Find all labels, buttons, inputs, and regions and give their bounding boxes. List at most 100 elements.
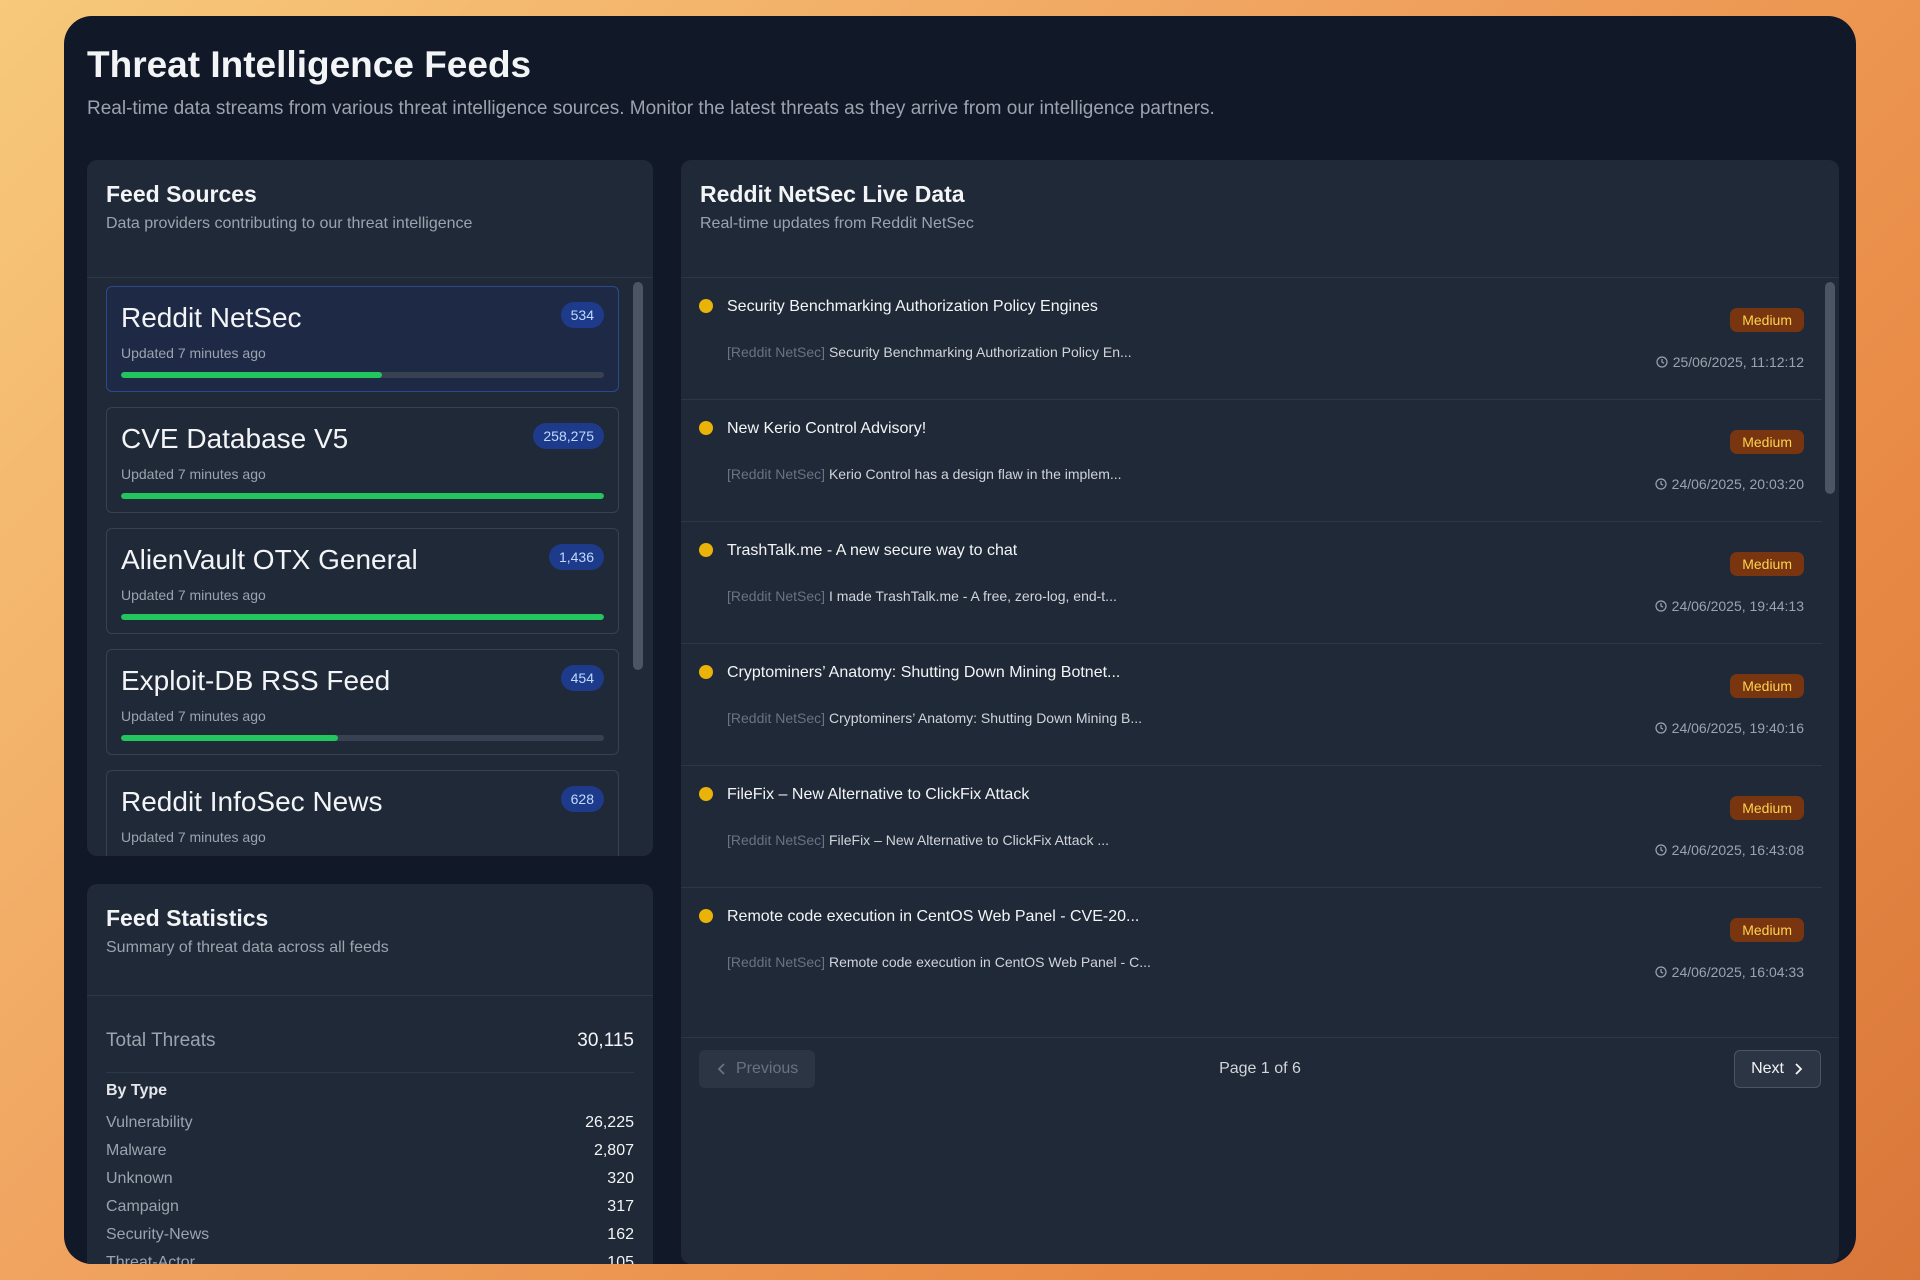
threat-type-row: Campaign317 bbox=[106, 1198, 634, 1226]
live-entry[interactable]: New Kerio Control Advisory!Medium[Reddit… bbox=[681, 400, 1822, 522]
live-entry-summary: I made TrashTalk.me - A free, zero-log, … bbox=[829, 588, 1117, 604]
live-entry-summary: Security Benchmarking Authorization Poli… bbox=[829, 344, 1132, 360]
live-entry-time-text: 24/06/2025, 19:44:13 bbox=[1672, 598, 1804, 614]
live-entry-summary: Cryptominers’ Anatomy: Shutting Down Min… bbox=[829, 710, 1142, 726]
threat-type-label: Vulnerability bbox=[106, 1114, 193, 1132]
feed-source-card[interactable]: AlienVault OTX GeneralUpdated 7 minutes … bbox=[106, 528, 619, 634]
severity-badge: Medium bbox=[1730, 796, 1804, 820]
divider bbox=[106, 1072, 634, 1073]
next-button[interactable]: Next bbox=[1734, 1050, 1821, 1088]
sources-scrollbar-track[interactable] bbox=[633, 278, 643, 856]
feed-source-card[interactable]: Exploit-DB RSS Feed Updated 7 minutes ago… bbox=[106, 649, 619, 755]
app-window: Threat Intelligence Feeds Real-time data… bbox=[64, 16, 1856, 1264]
total-threats-value: 30,115 bbox=[577, 1030, 634, 1052]
feed-source-count-badge: 454 bbox=[561, 665, 604, 691]
live-entry-summary: Remote code execution in CentOS Web Pane… bbox=[829, 954, 1151, 970]
clock-icon bbox=[1655, 722, 1667, 734]
live-entry-title[interactable]: New Kerio Control Advisory! bbox=[727, 420, 926, 438]
live-entry-timestamp: 24/06/2025, 19:40:16 bbox=[1655, 720, 1804, 736]
chevron-right-icon bbox=[1792, 1063, 1804, 1075]
threat-type-value: 317 bbox=[607, 1198, 634, 1216]
live-entry-source: [Reddit NetSec] bbox=[727, 832, 825, 848]
live-entry-timestamp: 24/06/2025, 16:04:33 bbox=[1655, 964, 1804, 980]
live-entry[interactable]: TrashTalk.me - A new secure way to chatM… bbox=[681, 522, 1822, 644]
sources-scrollbar-thumb[interactable] bbox=[633, 282, 643, 670]
feed-source-card[interactable]: Reddit InfoSec NewsUpdated 7 minutes ago… bbox=[106, 770, 619, 856]
feed-statistics-subtitle: Summary of threat data across all feeds bbox=[106, 939, 389, 957]
threat-type-label: Threat-Actor bbox=[106, 1254, 195, 1264]
feed-source-card[interactable]: Reddit NetSecUpdated 7 minutes ago534 bbox=[106, 286, 619, 392]
feed-source-progress-fill bbox=[121, 372, 382, 378]
threat-type-list: Vulnerability26,225Malware2,807Unknown32… bbox=[106, 1114, 634, 1264]
live-entry-time-text: 24/06/2025, 16:43:08 bbox=[1672, 842, 1804, 858]
feed-source-progress-track bbox=[121, 372, 604, 378]
total-threats-label: Total Threats bbox=[106, 1030, 215, 1052]
live-entry-time-text: 24/06/2025, 19:40:16 bbox=[1672, 720, 1804, 736]
threat-type-value: 105 bbox=[607, 1254, 634, 1264]
live-data-title: Reddit NetSec Live Data bbox=[700, 181, 965, 208]
threat-type-row: Vulnerability26,225 bbox=[106, 1114, 634, 1142]
feed-sources-list: Reddit NetSecUpdated 7 minutes ago534CVE… bbox=[87, 278, 653, 856]
feed-sources-panel: Feed Sources Data providers contributing… bbox=[87, 160, 653, 856]
feed-source-count-badge: 534 bbox=[561, 302, 604, 328]
severity-dot bbox=[699, 543, 713, 557]
live-entry[interactable]: FileFix – New Alternative to ClickFix At… bbox=[681, 766, 1822, 888]
live-entry[interactable]: Cryptominers’ Anatomy: Shutting Down Min… bbox=[681, 644, 1822, 766]
live-entry[interactable]: Security Benchmarking Authorization Poli… bbox=[681, 278, 1822, 400]
entries-scrollbar-track[interactable] bbox=[1825, 278, 1835, 998]
feed-source-progress-fill bbox=[121, 614, 604, 620]
severity-badge: Medium bbox=[1730, 308, 1804, 332]
live-entries-list: Security Benchmarking Authorization Poli… bbox=[681, 278, 1822, 998]
threat-type-row: Unknown320 bbox=[106, 1170, 634, 1198]
live-entry-source: [Reddit NetSec] bbox=[727, 466, 825, 482]
feed-sources-subtitle: Data providers contributing to our threa… bbox=[106, 215, 472, 233]
severity-dot bbox=[699, 909, 713, 923]
feed-source-card[interactable]: CVE Database V5Updated 7 minutes ago258,… bbox=[106, 407, 619, 513]
live-entry[interactable]: Remote code execution in CentOS Web Pane… bbox=[681, 888, 1822, 998]
feed-source-count-badge: 628 bbox=[561, 786, 604, 812]
feed-source-progress-track bbox=[121, 735, 604, 741]
clock-icon bbox=[1655, 966, 1667, 978]
live-entry-description: [Reddit NetSec] Remote code execution in… bbox=[727, 954, 1151, 970]
live-entry-time-text: 24/06/2025, 16:04:33 bbox=[1672, 964, 1804, 980]
threat-type-value: 162 bbox=[607, 1226, 634, 1244]
entries-scrollbar-thumb[interactable] bbox=[1825, 282, 1835, 494]
live-entry-description: [Reddit NetSec] Security Benchmarking Au… bbox=[727, 344, 1132, 360]
live-entry-timestamp: 24/06/2025, 20:03:20 bbox=[1655, 476, 1804, 492]
feed-source-progress-fill bbox=[121, 735, 338, 741]
live-entry-title[interactable]: Cryptominers’ Anatomy: Shutting Down Min… bbox=[727, 664, 1120, 682]
live-entry-description: [Reddit NetSec] I made TrashTalk.me - A … bbox=[727, 588, 1117, 604]
clock-icon bbox=[1655, 844, 1667, 856]
feed-source-updated: Updated 7 minutes ago bbox=[121, 345, 266, 361]
live-entry-title[interactable]: Security Benchmarking Authorization Poli… bbox=[727, 298, 1098, 316]
feed-source-count-badge: 258,275 bbox=[533, 423, 604, 449]
next-label: Next bbox=[1751, 1060, 1784, 1078]
feed-source-name: Exploit-DB RSS Feed bbox=[121, 665, 390, 697]
live-entry-source: [Reddit NetSec] bbox=[727, 588, 825, 604]
page-subtitle: Real-time data streams from various thre… bbox=[87, 98, 1215, 120]
feed-sources-title: Feed Sources bbox=[106, 181, 257, 208]
live-entry-summary: Kerio Control has a design flaw in the i… bbox=[829, 466, 1122, 482]
severity-dot bbox=[699, 299, 713, 313]
feed-source-updated: Updated 7 minutes ago bbox=[121, 708, 266, 724]
severity-dot bbox=[699, 421, 713, 435]
live-entry-title[interactable]: FileFix – New Alternative to ClickFix At… bbox=[727, 786, 1029, 804]
total-threats-row: Total Threats 30,115 bbox=[106, 1030, 634, 1060]
live-entry-source: [Reddit NetSec] bbox=[727, 344, 825, 360]
live-entry-source: [Reddit NetSec] bbox=[727, 954, 825, 970]
feed-source-progress-track bbox=[121, 614, 604, 620]
threat-type-value: 320 bbox=[607, 1170, 634, 1188]
live-entry-title[interactable]: TrashTalk.me - A new secure way to chat bbox=[727, 542, 1017, 560]
threat-type-row: Threat-Actor 105 bbox=[106, 1254, 634, 1264]
live-entry-description: [Reddit NetSec] Kerio Control has a desi… bbox=[727, 466, 1122, 482]
page-title: Threat Intelligence Feeds bbox=[87, 44, 531, 86]
live-entry-title[interactable]: Remote code execution in CentOS Web Pane… bbox=[727, 908, 1139, 926]
feed-source-progress-track bbox=[121, 493, 604, 499]
threat-type-row: Malware2,807 bbox=[106, 1142, 634, 1170]
feed-source-updated: Updated 7 minutes ago bbox=[121, 587, 266, 603]
feed-source-name: CVE Database V5 bbox=[121, 423, 348, 455]
clock-icon bbox=[1655, 478, 1667, 490]
live-data-subtitle: Real-time updates from Reddit NetSec bbox=[700, 215, 974, 233]
threat-type-row: Security-News162 bbox=[106, 1226, 634, 1254]
live-data-panel: Reddit NetSec Live Data Real-time update… bbox=[681, 160, 1839, 1264]
